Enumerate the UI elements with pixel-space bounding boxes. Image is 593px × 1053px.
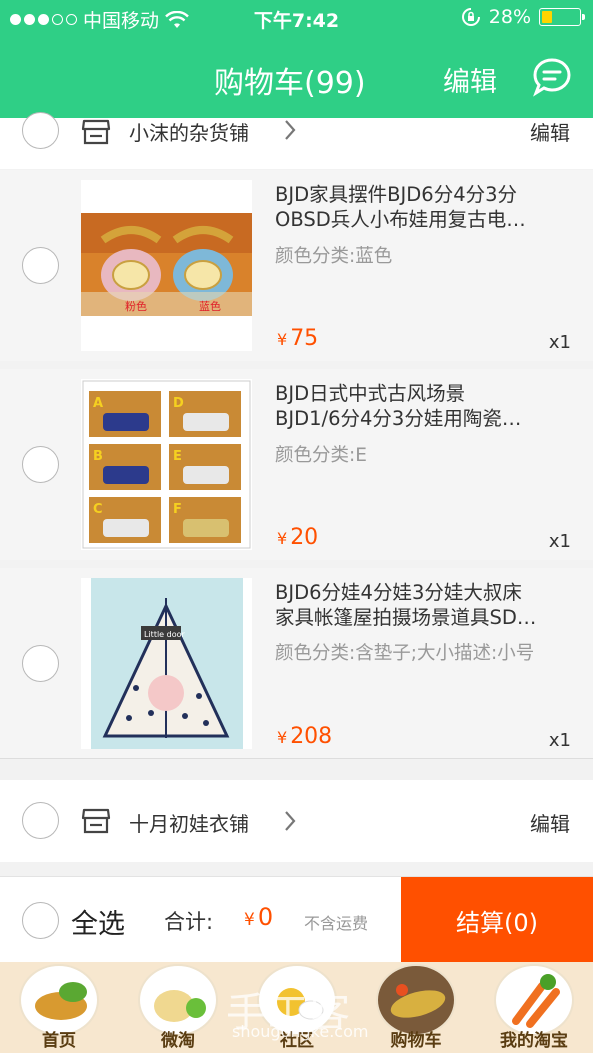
svg-text:A: A xyxy=(93,396,103,411)
svg-text:D: D xyxy=(173,396,184,411)
image-label-blue: 蓝色 xyxy=(199,299,221,313)
tab-cart[interactable]: 购物车 xyxy=(357,962,475,1053)
item-quantity: x1 xyxy=(548,332,571,353)
tent-image: Little door xyxy=(91,578,243,749)
tab-home[interactable]: 首页 xyxy=(0,962,118,1053)
cart-item: 粉色 蓝色 BJD家具摆件BJD6分4分3分 OBSD兵人小布娃用复古电… 颜色… xyxy=(0,170,593,361)
page-title: 购物车(99) xyxy=(214,66,366,101)
shop-edit-button[interactable]: 编辑 xyxy=(530,808,570,837)
item-select-radio[interactable] xyxy=(22,446,59,483)
shop-select-radio[interactable] xyxy=(22,802,59,839)
shop-name[interactable]: 十月初娃衣铺 xyxy=(129,808,249,837)
item-spec: 颜色分类:含垫子;大小描述:小号 xyxy=(275,643,535,664)
item-title[interactable]: BJD6分娃4分娃3分娃大叔床 家具帐篷屋拍摄场景道具SD… xyxy=(275,580,575,630)
item-price: ¥208 xyxy=(277,724,333,749)
item-thumbnail[interactable]: Little door xyxy=(81,578,252,749)
item-price: ¥20 xyxy=(277,525,319,550)
checkout-bar: 全选 合计: ¥0 不含运费 结算(0) xyxy=(0,876,593,963)
item-select-radio[interactable] xyxy=(22,247,59,284)
item-title[interactable]: BJD家具摆件BJD6分4分3分 OBSD兵人小布娃用复古电… xyxy=(275,182,575,232)
battery-icon xyxy=(539,8,585,26)
chat-bubble-icon[interactable] xyxy=(531,57,573,97)
cart-item: Little door BJD6分娃4分娃3分娃大叔床 家具帐篷屋拍摄场景道具S… xyxy=(0,568,593,759)
item-thumbnail[interactable]: A D B E C F xyxy=(81,379,252,550)
item-select-radio[interactable] xyxy=(22,645,59,682)
item-spec: 颜色分类:E xyxy=(275,445,367,466)
shop-select-radio[interactable] xyxy=(22,112,59,149)
total-amount: ¥0 xyxy=(244,903,274,931)
battery-percent: 28% xyxy=(488,6,531,28)
select-all-label[interactable]: 全选 xyxy=(71,902,125,941)
image-sign-label: Little door xyxy=(144,630,186,639)
item-quantity: x1 xyxy=(548,531,571,552)
tab-weitao[interactable]: 微淘 xyxy=(119,962,237,1053)
shop-name[interactable]: 小沫的杂货铺 xyxy=(129,117,249,146)
item-price: ¥75 xyxy=(277,326,319,351)
item-thumbnail[interactable]: 粉色 蓝色 xyxy=(81,180,252,351)
item-quantity: x1 xyxy=(548,730,571,751)
chevron-right-icon[interactable] xyxy=(283,810,297,832)
svg-text:E: E xyxy=(173,449,182,464)
svg-text:C: C xyxy=(93,502,103,517)
edit-button[interactable]: 编辑 xyxy=(443,60,497,99)
shop-header: 十月初娃衣铺 编辑 xyxy=(0,780,593,862)
chevron-right-icon[interactable] xyxy=(283,119,297,141)
store-icon xyxy=(81,119,111,145)
item-spec: 颜色分类:蓝色 xyxy=(275,246,393,267)
header: 中国移动 下午7:42 28% 购物车(99) 编辑 xyxy=(0,0,593,118)
cart-item: A D B E C F BJD日式中式古风场景 BJD1/6分4分3分娃用陶瓷…… xyxy=(0,369,593,560)
retro-telephone-image: 粉色 蓝色 xyxy=(81,213,252,316)
tea-set-image: A D B E C F xyxy=(82,380,251,549)
image-label-pink: 粉色 xyxy=(125,299,147,313)
svg-text:F: F xyxy=(173,502,182,517)
shop-header: 小沫的杂货铺 编辑 xyxy=(0,112,593,169)
rotation-lock-icon xyxy=(461,8,480,26)
shop-edit-button[interactable]: 编辑 xyxy=(530,117,570,146)
svg-text:B: B xyxy=(93,449,103,464)
store-icon xyxy=(81,808,111,834)
tab-my-taobao[interactable]: 我的淘宝 xyxy=(475,962,593,1053)
status-bar: 中国移动 下午7:42 28% xyxy=(0,6,593,32)
select-all-radio[interactable] xyxy=(22,902,59,939)
watermark-url: shougongke.com xyxy=(232,1022,369,1041)
checkout-button[interactable]: 结算(0) xyxy=(401,877,593,963)
total-label: 合计: xyxy=(164,910,214,934)
shipping-note: 不含运费 xyxy=(304,914,369,933)
item-title[interactable]: BJD日式中式古风场景 BJD1/6分4分3分娃用陶瓷… xyxy=(275,381,575,431)
